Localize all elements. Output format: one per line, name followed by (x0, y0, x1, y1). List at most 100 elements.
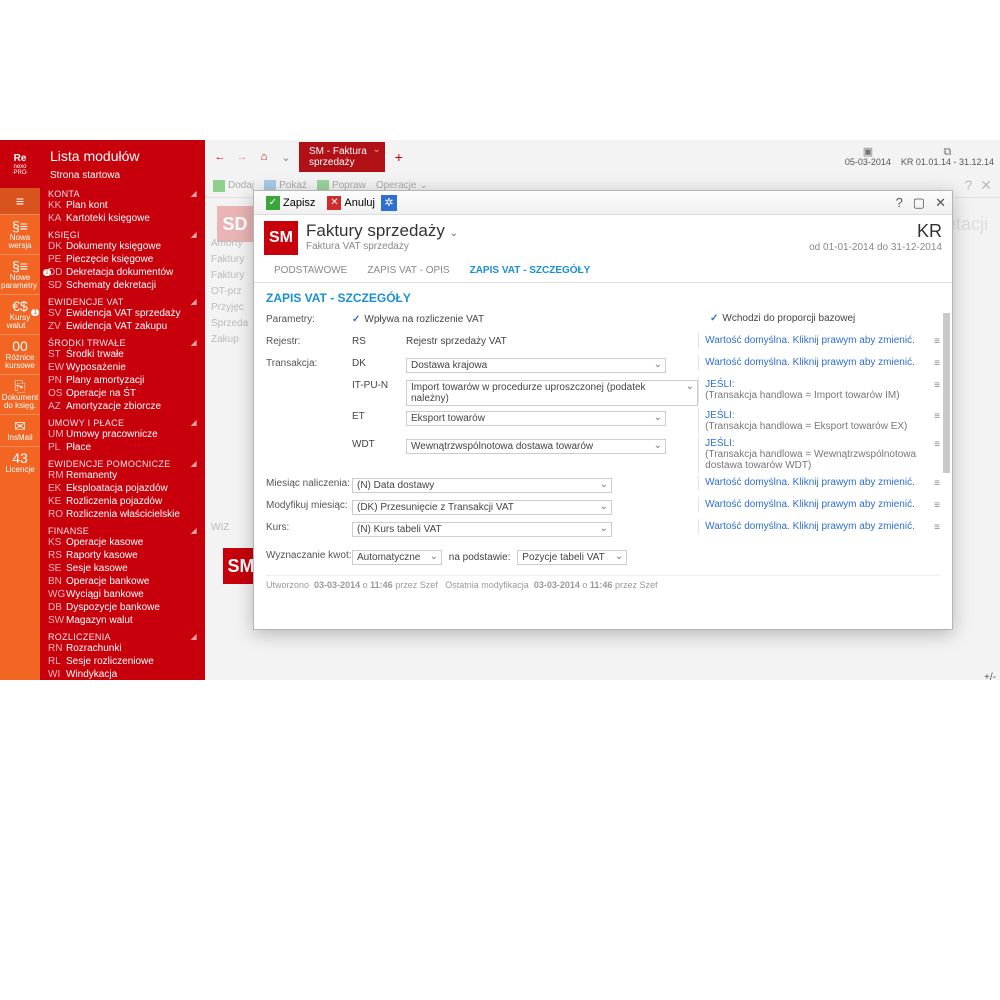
sidebar-group-header[interactable]: UMOWY I PŁACE◢ (48, 416, 197, 429)
miesiac-select[interactable]: (N) Data dostawy (352, 478, 612, 493)
nav-menu-icon[interactable]: ⌄ (277, 151, 295, 164)
sidebar-group-header[interactable]: ŚRODKI TRWAŁE◢ (48, 336, 197, 349)
cancel-button[interactable]: ✕Anuluj (321, 196, 381, 210)
rail-item[interactable]: §≡Nowe parametry1 (0, 254, 40, 294)
settings-icon[interactable]: ✲ (381, 195, 397, 211)
sidebar-item[interactable]: WIWindykacja (48, 669, 197, 680)
sidebar-item[interactable]: RORozliczenia właścicielskie (48, 509, 197, 522)
sidebar-item[interactable]: DKDokumenty księgowe (48, 241, 197, 254)
sidebar-item[interactable]: WGWyciągi bankowe (48, 589, 197, 602)
hint-link[interactable]: JEŚLI:(Transakcja handlowa = Eksport tow… (698, 408, 928, 434)
row-menu-icon[interactable]: ≡ (928, 408, 940, 422)
dlg-close-icon[interactable]: ✕ (935, 195, 946, 211)
dlg-help-icon[interactable]: ? (896, 195, 903, 211)
row-menu-icon[interactable]: ≡ (928, 377, 940, 391)
nav-home-icon[interactable]: ⌂ (255, 151, 273, 163)
sidebar-item[interactable]: KKPlan kont (48, 200, 197, 213)
sidebar-item[interactable]: RMRemanenty (48, 470, 197, 483)
sidebar-group-header[interactable]: FINANSE◢ (48, 524, 197, 537)
row-menu-icon[interactable]: ≡ (928, 519, 940, 533)
sidebar-item[interactable]: AZAmortyzacje zbiorcze (48, 401, 197, 414)
trans-select[interactable]: Eksport towarów (406, 411, 666, 426)
plus-minus[interactable]: +/- (984, 672, 996, 683)
nav-back-icon[interactable]: ← (211, 151, 229, 163)
modyf-select[interactable]: (DK) Przesunięcie z Transakcji VAT (352, 500, 612, 515)
kurs-select[interactable]: (N) Kurs tabeli VAT (352, 522, 612, 537)
tb-add[interactable]: Dodaj (213, 180, 254, 192)
trans-select[interactable]: Dostawa krajowa (406, 358, 666, 373)
row-menu-icon[interactable]: ≡ (928, 333, 940, 347)
wyzn-select[interactable]: Automatyczne (352, 550, 442, 565)
hint-link[interactable]: Wartość domyślna. Kliknij prawym aby zmi… (698, 497, 928, 512)
hint-link[interactable]: JEŚLI:(Transakcja handlowa = Wewnątrzwsp… (698, 436, 928, 473)
new-tab-icon[interactable]: + (389, 149, 409, 165)
rail-item[interactable]: 00Różnice kursowe (0, 334, 40, 374)
tab-zapis-opis[interactable]: ZAPIS VAT - OPIS (357, 261, 459, 282)
sidebar-group-header[interactable]: EWIDENCJE VAT◢ (48, 295, 197, 308)
hint-link[interactable]: Wartość domyślna. Kliknij prawym aby zmi… (698, 333, 928, 348)
sidebar-item[interactable]: PNPlany amortyzacji (48, 375, 197, 388)
sidebar-item[interactable]: ZVEwidencja VAT zakupu (48, 321, 197, 334)
help-icon[interactable]: ? (964, 177, 972, 194)
sidebar-item[interactable]: RNRozrachunki (48, 643, 197, 656)
sidebar-item[interactable]: SWMagazyn walut (48, 615, 197, 628)
scrollbar-thumb[interactable] (943, 313, 950, 473)
trans-select[interactable]: Wewnątrzwspólnotowa dostawa towarów (406, 439, 666, 454)
sidebar-item[interactable]: BNOperacje bankowe (48, 576, 197, 589)
sidebar-item[interactable]: DDDekretacja dokumentów (48, 267, 197, 280)
close-icon[interactable]: ✕ (980, 177, 992, 194)
tab-close-icon[interactable]: ⌄ (372, 144, 380, 155)
sidebar-group-header[interactable]: KSIĘGI◢ (48, 228, 197, 241)
sidebar-item[interactable]: EKEksploatacja pojazdów (48, 483, 197, 496)
sidebar-item[interactable]: KSOperacje kasowe (48, 537, 197, 550)
sidebar-item[interactable]: SVEwidencja VAT sprzedaży (48, 308, 197, 321)
date-picker-1[interactable]: ▣05-03-2014 (845, 147, 891, 167)
sidebar-item[interactable]: KERozliczenia pojazdów (48, 496, 197, 509)
dlg-maximize-icon[interactable]: ▢ (913, 195, 925, 211)
hint-link[interactable]: JEŚLI:(Transakcja handlowa = Import towa… (698, 377, 928, 403)
sidebar-item[interactable]: SDSchematy dekretacji (48, 280, 197, 293)
row-menu-icon[interactable]: ≡ (928, 475, 940, 489)
sidebar-item[interactable]: EWWyposażenie (48, 362, 197, 375)
sidebar-start[interactable]: Strona startowa (40, 168, 205, 185)
sidebar-item[interactable]: DBDyspozycje bankowe (48, 602, 197, 615)
sidebar-item[interactable]: OSOperacje na ŚT (48, 388, 197, 401)
trans-select[interactable]: Import towarów w procedurze uproszczonej… (406, 380, 698, 406)
nav-forward-icon[interactable]: → (233, 151, 251, 163)
save-button[interactable]: ✓Zapisz (260, 196, 321, 210)
sidebar-item[interactable]: KAKartoteki księgowe (48, 213, 197, 226)
check-icon[interactable]: ✓ (352, 314, 360, 325)
active-tab[interactable]: SM - Fakturasprzedaży ⌄ (299, 142, 385, 172)
sidebar-item[interactable]: SESesje kasowe (48, 563, 197, 576)
dlg-kr: KR (809, 221, 942, 242)
hint-link[interactable]: Wartość domyślna. Kliknij prawym aby zmi… (698, 475, 928, 490)
left-rail: Renexo·PRO· ≡ §≡Nowa wersja§≡Nowe parame… (0, 140, 40, 680)
hamburger-icon[interactable]: ≡ (0, 188, 40, 214)
rail-item[interactable]: ✉InsMail (0, 414, 40, 446)
sidebar-item[interactable]: UMUmowy pracownicze (48, 429, 197, 442)
dialog-footer: Utworzono 03-03-2014 o 11:46 przez Szef … (266, 575, 940, 590)
sidebar-group-header[interactable]: KONTA◢ (48, 187, 197, 200)
tab-podstawowe[interactable]: PODSTAWOWE (264, 261, 357, 282)
sidebar-item[interactable]: RSRaporty kasowe (48, 550, 197, 563)
row-menu-icon[interactable]: ≡ (928, 355, 940, 369)
sidebar-group-header[interactable]: ROZLICZENIA◢ (48, 630, 197, 643)
rail-item[interactable]: 43Licencje (0, 446, 40, 478)
rail-item[interactable]: §≡Nowa wersja (0, 214, 40, 254)
sidebar-item[interactable]: RLSesje rozliczeniowe (48, 656, 197, 669)
sidebar-group-header[interactable]: EWIDENCJE POMOCNICZE◢ (48, 457, 197, 470)
row-menu-icon[interactable]: ≡ (928, 436, 940, 450)
row-menu-icon[interactable]: ≡ (928, 497, 940, 511)
tab-zapis-szczegoly[interactable]: ZAPIS VAT - SZCZEGÓŁY (460, 261, 601, 282)
hint-link[interactable]: Wartość domyślna. Kliknij prawym aby zmi… (698, 519, 928, 534)
sidebar-item[interactable]: STŚrodki trwałe (48, 349, 197, 362)
rail-item[interactable]: ⎘Dokument do księg. (0, 374, 40, 414)
date-picker-2[interactable]: ⧉KR 01.01.14 - 31.12.14 (901, 147, 994, 167)
sidebar-item[interactable]: PEPieczęcie księgowe (48, 254, 197, 267)
rail-item[interactable]: €$Kursy walut1 (0, 294, 40, 334)
sidebar-item[interactable]: PLPłace (48, 442, 197, 455)
section-title: ZAPIS VAT - SZCZEGÓŁY (266, 291, 940, 305)
check-icon[interactable]: ✓ (710, 313, 718, 324)
wyzn-base-select[interactable]: Pozycje tabeli VAT (517, 550, 627, 565)
hint-link[interactable]: Wartość domyślna. Kliknij prawym aby zmi… (698, 355, 928, 370)
